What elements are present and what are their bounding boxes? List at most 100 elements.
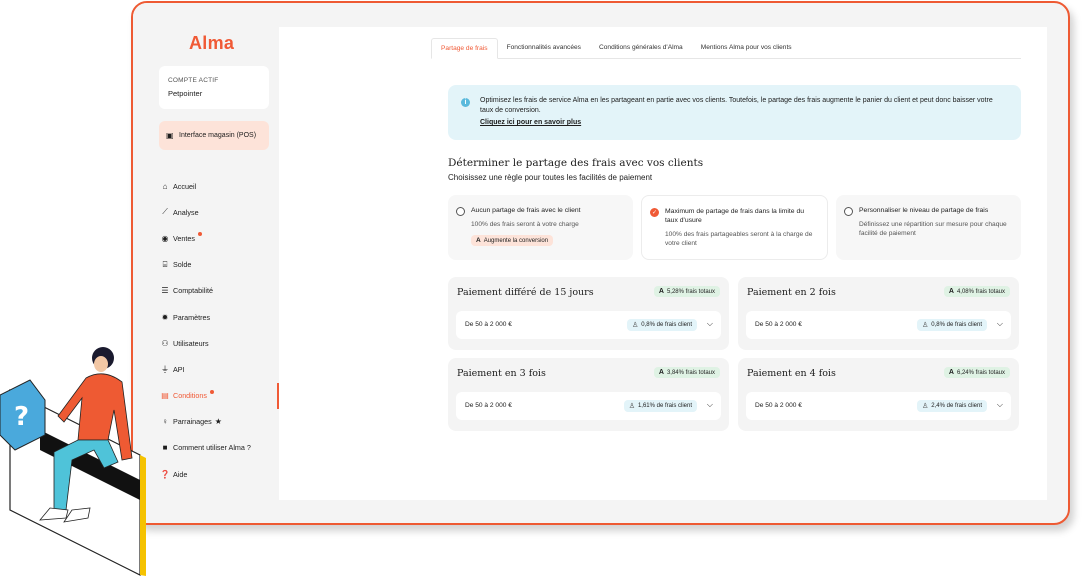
badge-label: Augmente la conversion [483, 237, 549, 244]
total-fee-badge: A 6,24% frais totaux [943, 367, 1010, 378]
sidebar-item-label: Parrainages [173, 417, 212, 427]
database-icon: ☰ [161, 286, 169, 296]
plug-icon: ⏚ [161, 364, 169, 374]
total-fee-label: 4,08% frais totaux [956, 288, 1005, 295]
pos-label: Interface magasin (POS) [179, 132, 257, 139]
chevron-down-icon[interactable]: ⌵ [997, 400, 1003, 410]
sidebar-item-label: Comment utiliser Alma ? [173, 443, 251, 453]
question-mark-icon: ? [14, 402, 29, 432]
total-fee-label: 3,84% frais totaux [666, 369, 715, 376]
notification-dot [209, 389, 214, 394]
radio-button[interactable] [456, 207, 465, 216]
total-fee-badge: A 5,28% frais totaux [653, 286, 720, 297]
option-title: Maximum de partage de frais dans la limi… [665, 208, 805, 224]
total-fee-label: 6,24% frais totaux [956, 369, 1005, 376]
amount-range: De 50 à 2 000 € [755, 321, 802, 328]
sidebar-item-parametres[interactable]: ✹ Paramètres [133, 304, 279, 330]
chevron-down-icon[interactable]: ⌵ [707, 319, 713, 329]
store-icon: ▣ [166, 130, 174, 140]
option-description: Définissez une répartition sur mesure po… [859, 221, 1007, 237]
star-icon: ★ [214, 417, 222, 427]
info-banner: i Optimisez les frais de service Alma en… [448, 85, 1021, 140]
sidebar-item-label: Conditions [173, 391, 207, 401]
option-max-sharing[interactable]: ✓ Maximum de partage de frais dans la li… [641, 195, 828, 260]
eye-icon: ◉ [161, 233, 169, 243]
chevron-down-icon[interactable]: ⌵ [997, 319, 1003, 329]
sidebar-item-label: Ventes [173, 233, 195, 243]
help-illustration: ? [0, 347, 146, 576]
conversion-badge: A Augmente la conversion [471, 235, 554, 246]
tab-conditions-generales[interactable]: Conditions générales d'Alma [590, 38, 692, 58]
sidebar-item-label: Comptabilité [173, 286, 213, 296]
person-face [94, 356, 108, 372]
alma-a-icon: A [948, 288, 954, 295]
total-fee-label: 5,28% frais totaux [666, 288, 715, 295]
main-panel: Partage de frais Fonctionnalités avancée… [279, 27, 1047, 500]
payment-card-deferred-15: Paiement différé de 15 jours A 5,28% frai… [448, 277, 729, 350]
client-fee-badge: ♙ 0,8% de frais client [627, 319, 697, 331]
sidebar-item-label: Paramètres [173, 312, 211, 322]
chevron-down-icon[interactable]: ⌵ [707, 400, 713, 410]
client-fee-badge: ♙ 2,4% de frais client [917, 400, 987, 412]
client-fee-label: 1,61% de frais client [637, 403, 692, 409]
option-no-sharing[interactable]: Aucun partage de frais avec le client 10… [448, 195, 633, 260]
option-title: Aucun partage de frais avec le client [471, 207, 581, 214]
sidebar-item-label: Analyse [173, 207, 199, 217]
payment-range-row[interactable]: De 50 à 2 000 € ♙ 0,8% de frais client ⌵ [456, 311, 721, 339]
user-icon: ♙ [922, 403, 929, 410]
notification-dot [197, 232, 202, 237]
total-fee-badge: A 4,08% frais totaux [943, 286, 1010, 297]
payment-card-2x: Paiement en 2 fois A 4,08% frais totaux D… [738, 277, 1019, 350]
payment-title: Paiement en 4 fois [747, 368, 836, 379]
sidebar-item-label: Aide [173, 469, 188, 479]
section-title: Déterminer le partage des frais avec vos… [448, 157, 704, 169]
payment-range-row[interactable]: De 50 à 2 000 € ♙ 2,4% de frais client ⌵ [746, 392, 1011, 420]
alma-a-icon: A [658, 369, 664, 376]
sidebar-item-ventes[interactable]: ◉ Ventes [133, 225, 279, 251]
home-icon: ⌂ [162, 181, 168, 191]
alma-logo[interactable]: Alma [189, 33, 234, 54]
radio-button-checked[interactable]: ✓ [650, 208, 659, 217]
amount-range: De 50 à 2 000 € [465, 321, 512, 328]
payment-card-4x: Paiement en 4 fois A 6,24% frais totaux D… [738, 358, 1019, 431]
sidebar-item-label: API [173, 364, 185, 374]
active-account-card[interactable]: COMPTE ACTIF Petpointer [159, 66, 269, 109]
card-edge [140, 455, 146, 576]
tab-partage-de-frais[interactable]: Partage de frais [431, 38, 498, 59]
client-fee-badge: ♙ 0,8% de frais client [917, 319, 987, 331]
sidebar-item-comptabilite[interactable]: ☰ Comptabilité [133, 278, 279, 304]
radio-button[interactable] [844, 207, 853, 216]
tab-mentions-alma[interactable]: Mentions Alma pour vos clients [692, 38, 801, 58]
tab-fonctionnalites-avancees[interactable]: Fonctionnalités avancées [498, 38, 590, 58]
sidebar-item-accueil[interactable]: ⌂ Accueil [133, 173, 279, 199]
payment-card-3x: Paiement en 3 fois A 3,84% frais totaux D… [448, 358, 729, 431]
payment-range-row[interactable]: De 50 à 2 000 € ♙ 0,8% de frais client ⌵ [746, 311, 1011, 339]
payment-title: Paiement en 2 fois [747, 287, 836, 298]
user-icon: ♙ [922, 322, 929, 329]
sidebar-item-solde[interactable]: ⌸ Solde [133, 252, 279, 278]
account-label: COMPTE ACTIF [168, 77, 219, 84]
chart-icon: ⟋ [162, 207, 168, 217]
tab-bar: Partage de frais Fonctionnalités avancée… [431, 38, 1021, 59]
bank-icon: ⌸ [162, 259, 168, 269]
account-name: Petpointer [168, 89, 203, 98]
sidebar-item-label: Utilisateurs [173, 338, 209, 348]
payment-range-row[interactable]: De 50 à 2 000 € ♙ 1,61% de frais client ⌵ [456, 392, 721, 420]
option-custom-sharing[interactable]: Personnaliser le niveau de partage de fr… [836, 195, 1021, 260]
learn-more-link[interactable]: Cliquez ici pour en savoir plus [480, 118, 1007, 128]
amount-range: De 50 à 2 000 € [755, 402, 802, 409]
client-fee-label: 0,8% de frais client [931, 322, 982, 328]
fee-sharing-options: Aucun partage de frais avec le client 10… [448, 195, 1021, 260]
sidebar-item-label: Accueil [173, 181, 197, 191]
sidebar-item-analyse[interactable]: ⟋ Analyse [133, 199, 279, 225]
gear-icon: ✹ [161, 312, 169, 322]
client-fee-label: 2,4% de frais client [931, 403, 982, 409]
total-fee-badge: A 3,84% frais totaux [653, 367, 720, 378]
document-icon: ▤ [161, 391, 169, 401]
payment-title: Paiement en 3 fois [457, 368, 546, 379]
pos-interface-button[interactable]: ▣ Interface magasin (POS) [159, 121, 269, 150]
help-icon: ❓ [160, 469, 170, 479]
payment-title: Paiement différé de 15 jours [457, 287, 594, 298]
sidebar-item-label: Solde [173, 260, 192, 270]
video-icon: ■ [162, 443, 168, 453]
